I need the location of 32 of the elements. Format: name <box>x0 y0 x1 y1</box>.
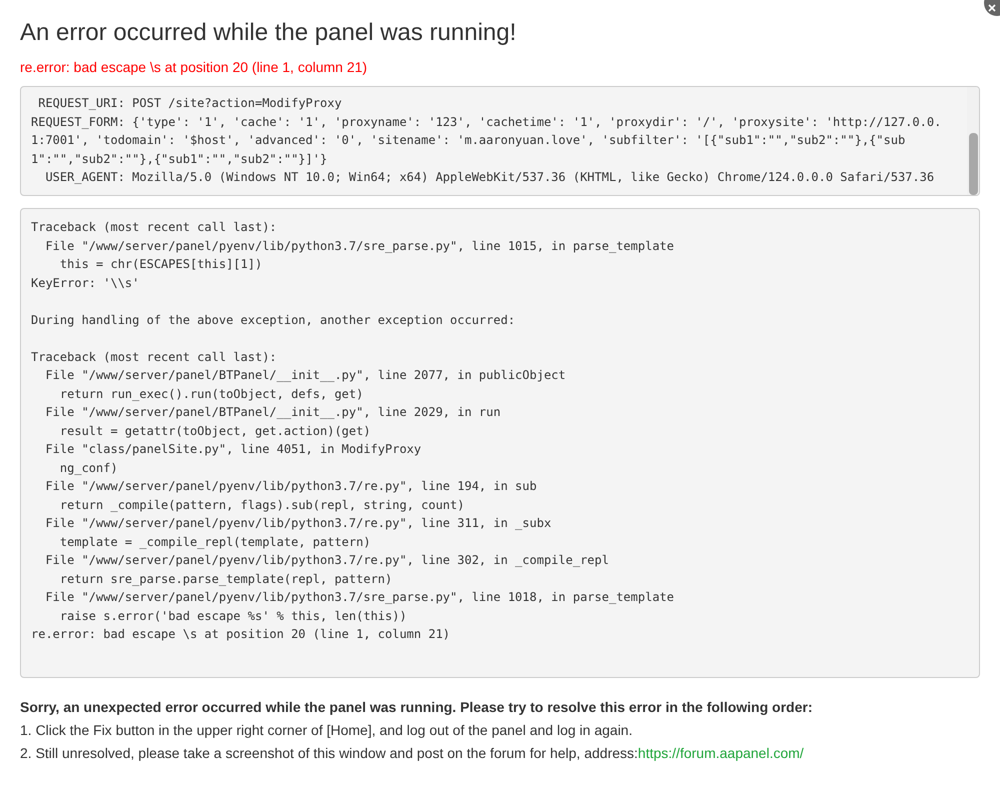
traceback-line: File "/www/server/panel/pyenv/lib/python3.7/sre_parse.py", line 1015, in parse_template <box>44 238 675 255</box>
traceback-line: this = chr(ESCAPES[this][1]) <box>58 256 264 273</box>
traceback-line: ng_conf) <box>58 460 119 477</box>
traceback-line: During handling of the above exception, another exception occurred: <box>31 312 516 329</box>
traceback-line: File "/www/server/panel/BTPanel/__init__.py", line 2077, in publicObject <box>44 367 567 384</box>
help-step: 1. Click the Fix button in the upper right corner of [Home], and log out of the panel and log in again. <box>20 719 980 742</box>
traceback-line: File "/www/server/panel/pyenv/lib/python3.7/re.py", line 311, in _subx <box>44 515 552 532</box>
help-step: 2. Still unresolved, please take a screenshot of this window and post on the forum for help, address:https://forum.aapanel.com/ <box>20 742 980 765</box>
request-line: REQUEST_URI: POST /site?action=ModifyProxy <box>37 95 343 112</box>
request-line: REQUEST_FORM: {'type': '1', 'cache': '1', 'proxyname': '123', 'cachetime': '1', 'proxydir': '/', 'proxysite': 'http://127.0.0.1:7001', 'todomain': '$host', 'advanced': '0', 'sitename': 'm.aaronyuan.love', 'subfilter': '[{"sub1":"","sub2":""},{"sub1":"","sub2":""},{"sub1":"","sub2":""}]'} <box>31 114 942 168</box>
traceback-line: File "/www/server/panel/pyenv/lib/python3.7/sre_parse.py", line 1018, in parse_template <box>44 589 675 606</box>
error-message: re.error: bad escape \s at position 20 (line 1, column 21) <box>20 58 368 77</box>
close-icon <box>988 4 996 12</box>
traceback-line: Traceback (most recent call last): <box>31 219 278 236</box>
traceback-line: return _compile(pattern, flags).sub(repl, string, count) <box>58 496 466 514</box>
traceback-line: re.error: bad escape \s at position 20 (line 1, column 21) <box>31 626 452 643</box>
error-title: An error occurred while the panel was running! <box>20 18 518 48</box>
scrollbar-thumb[interactable] <box>969 133 978 195</box>
request-line: USER_AGENT: Mozilla/5.0 (Windows NT 10.0; Win64; x64) AppleWebKit/537.36 (KHTML, like Gecko) Chrome/124.0.0.0 Safari/537.36 <box>44 169 936 186</box>
traceback-line: return run_exec().run(toObject, defs, get) <box>58 386 364 403</box>
forum-link[interactable]: https://forum.aapanel.com/ <box>638 745 804 761</box>
traceback-line: Traceback (most recent call last): <box>31 348 278 366</box>
traceback-line: File "/www/server/panel/pyenv/lib/python3.7/re.py", line 302, in _compile_repl <box>44 552 610 569</box>
traceback-line: File "/www/server/panel/BTPanel/__init__.py", line 2029, in run <box>44 404 502 421</box>
traceback-line: result = getattr(toObject, get.action)(get) <box>58 422 372 440</box>
help-heading: Sorry, an unexpected error occurred while the panel was running. Please try to resolve this error in the following order: <box>20 698 814 717</box>
traceback-line: File "/www/server/panel/pyenv/lib/python3.7/re.py", line 194, in sub <box>44 478 538 495</box>
traceback-line: template = _compile_repl(template, pattern) <box>58 534 372 551</box>
traceback-line: return sre_parse.parse_template(repl, pattern) <box>58 570 394 588</box>
traceback-line: raise s.error('bad escape %s' % this, len(this)) <box>58 608 408 624</box>
traceback-line: File "class/panelSite.py", line 4051, in ModifyProxy <box>44 441 422 458</box>
traceback-line: KeyError: '\\s' <box>31 274 140 292</box>
